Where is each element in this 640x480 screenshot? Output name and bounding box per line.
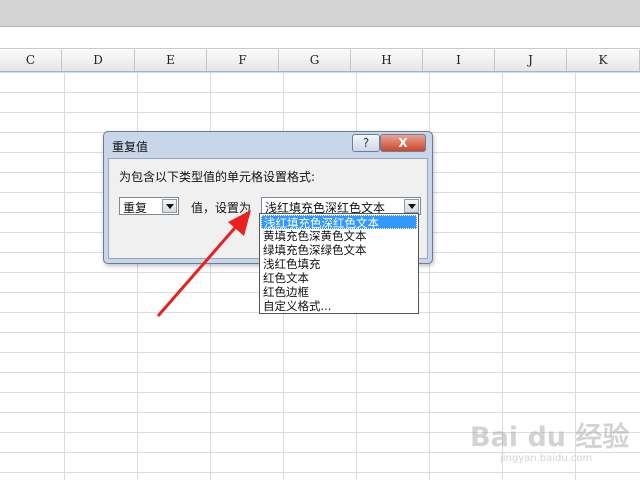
value-type-select-value: 重复 — [123, 201, 148, 215]
help-button[interactable]: ? — [352, 134, 380, 152]
column-header-k[interactable]: K — [567, 50, 640, 71]
formula-bar[interactable] — [0, 27, 640, 49]
dropdown-option[interactable]: 浅红填充色深红色文本 — [261, 215, 417, 230]
column-header-j[interactable]: J — [495, 50, 567, 71]
column-header-f[interactable]: F — [207, 50, 279, 71]
dropdown-option[interactable]: 绿填充色深绿色文本 — [261, 243, 417, 257]
column-header-e[interactable]: E — [135, 50, 207, 71]
dropdown-option[interactable]: 红色文本 — [261, 271, 417, 285]
close-button[interactable]: X — [380, 134, 426, 152]
column-header-h[interactable]: H — [351, 50, 423, 71]
chevron-down-icon[interactable] — [162, 199, 177, 213]
format-dropdown-list[interactable]: 浅红填充色深红色文本 黄填充色深黄色文本 绿填充色深绿色文本 浅红色填充 红色文… — [259, 213, 419, 314]
dropdown-option[interactable]: 自定义格式... — [261, 299, 417, 313]
chevron-down-icon[interactable] — [404, 199, 419, 213]
set-as-label: 值，设置为 — [191, 201, 252, 215]
dropdown-option[interactable]: 黄填充色深黄色文本 — [261, 229, 417, 243]
watermark-url: jingyan.baidu.com — [500, 453, 593, 464]
dialog-title: 重复值 — [112, 140, 149, 154]
column-header-i[interactable]: I — [423, 50, 495, 71]
dropdown-option[interactable]: 浅红色填充 — [261, 257, 417, 271]
ribbon-strip — [0, 0, 640, 27]
dropdown-option[interactable]: 红色边框 — [261, 285, 417, 299]
baidu-jingyan-watermark: Bai du 经验 jingyan.baidu.com — [470, 415, 635, 477]
instruction-label: 为包含以下类型值的单元格设置格式: — [119, 170, 316, 184]
column-header-c[interactable]: C — [0, 50, 62, 71]
dialog-titlebar[interactable]: 重复值 ? X — [104, 132, 432, 158]
watermark-logo: Bai du 经验 — [470, 422, 630, 453]
column-header-g[interactable]: G — [279, 50, 351, 71]
column-header-d[interactable]: D — [62, 50, 135, 71]
value-type-select[interactable]: 重复 — [119, 197, 179, 215]
column-header-row: C D E F G H I J K — [0, 50, 640, 72]
